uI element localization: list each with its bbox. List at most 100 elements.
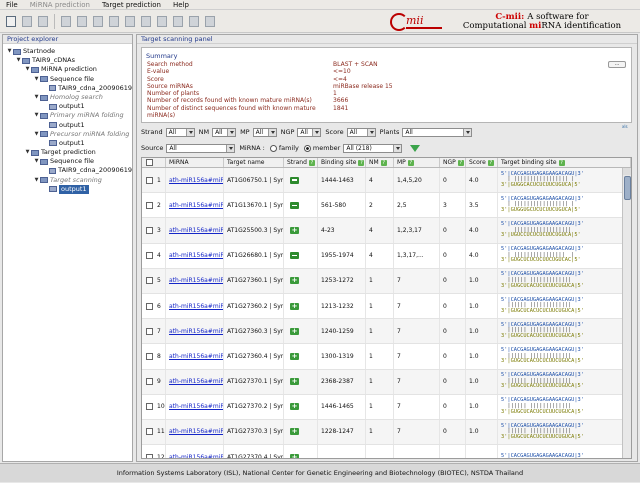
table-row[interactable]: 6 ath-miR156a#miRBaAT1G27360.2 | Sym... +1… bbox=[142, 293, 631, 320]
mirna-link[interactable]: ath-miR156a#miRBa bbox=[169, 319, 223, 343]
summary-more-button[interactable]: ... bbox=[608, 61, 626, 68]
expand-toggle-icon[interactable]: ▼ bbox=[24, 149, 31, 156]
mirna-link[interactable]: ath-miR156a#miRBa bbox=[169, 244, 223, 268]
precursor-folding-icon[interactable] bbox=[90, 14, 105, 29]
tree-node[interactable]: ▼ Startnode bbox=[3, 47, 132, 56]
mirna-link[interactable]: ath-miR156a#miRBa bbox=[169, 370, 223, 394]
tree-node[interactable]: ▼ Primary miRNA folding bbox=[3, 111, 132, 120]
row-checkbox[interactable] bbox=[146, 378, 153, 386]
view-icon[interactable] bbox=[186, 14, 201, 29]
tree-node[interactable]: output1 bbox=[3, 102, 132, 111]
menu-target-prediction[interactable]: Target prediction bbox=[96, 1, 167, 9]
tree-node[interactable]: ▼ Target prediction bbox=[3, 148, 132, 157]
mp-select[interactable]: All bbox=[252, 127, 277, 137]
tree-node[interactable]: ▼ TAIR9_cDNAs bbox=[3, 56, 132, 65]
expand-toggle-icon[interactable]: ▼ bbox=[33, 158, 40, 165]
column-header[interactable] bbox=[142, 158, 166, 167]
column-header[interactable]: Score? bbox=[466, 158, 498, 167]
table-row[interactable]: 4 ath-miR156a#miRBaAT1G26680.1 | Sym... 19… bbox=[142, 243, 631, 269]
mirna-link[interactable]: ath-miR156a#miRBa bbox=[169, 294, 223, 318]
tree-node[interactable]: output1 bbox=[3, 184, 132, 195]
help-icon[interactable]: ? bbox=[358, 159, 365, 166]
tree-node[interactable]: ▼ Target scanning bbox=[3, 176, 132, 185]
row-checkbox[interactable] bbox=[146, 277, 153, 285]
primary-folding-icon[interactable] bbox=[74, 14, 89, 29]
open-project-icon[interactable] bbox=[19, 14, 34, 29]
member-radio[interactable] bbox=[303, 144, 311, 152]
tree-node[interactable]: output1 bbox=[3, 139, 132, 148]
tree-node[interactable]: TAIR9_cdna_20090619 bbox=[3, 84, 132, 93]
expand-toggle-icon[interactable]: ▼ bbox=[33, 177, 40, 184]
mirna-link[interactable]: ath-miR156a#miRBa bbox=[169, 395, 223, 419]
table-row[interactable]: 7 ath-miR156a#miRBaAT1G27360.3 | Sym... +1… bbox=[142, 319, 631, 345]
tree-node[interactable]: ▼ Sequence file bbox=[3, 157, 132, 166]
filter-funnel-icon[interactable] bbox=[410, 144, 421, 152]
table-row[interactable]: 3 ath-miR156a#miRBaAT1G25500.3 | Sym... +4… bbox=[142, 218, 631, 244]
column-header[interactable]: Strand? bbox=[284, 158, 318, 167]
mirna-link[interactable]: ath-miR156a#miRBa bbox=[169, 193, 223, 217]
menu-mirna-prediction[interactable]: MiRNA prediction bbox=[24, 1, 96, 9]
row-checkbox[interactable] bbox=[146, 453, 153, 458]
target-filter-icon[interactable] bbox=[138, 14, 153, 29]
help-icon[interactable]: ? bbox=[380, 159, 387, 166]
expand-toggle-icon[interactable]: ▼ bbox=[24, 66, 31, 73]
help-icon[interactable]: ? bbox=[407, 159, 414, 166]
target-scan-icon[interactable] bbox=[122, 14, 137, 29]
family-radio[interactable] bbox=[269, 144, 277, 152]
row-checkbox[interactable] bbox=[146, 352, 153, 360]
row-checkbox[interactable] bbox=[146, 403, 153, 411]
export-xls-icon[interactable]: xls bbox=[622, 125, 633, 135]
column-header[interactable]: NGP? bbox=[440, 158, 466, 167]
row-checkbox[interactable] bbox=[146, 176, 153, 184]
tree-node[interactable]: TAIR9_cdna_20090619 bbox=[3, 166, 132, 175]
mirna-link[interactable]: ath-miR156a#miRBa bbox=[169, 218, 223, 242]
column-header[interactable]: MP? bbox=[394, 158, 440, 167]
mirna-link[interactable]: ath-miR156a#miRBa bbox=[169, 420, 223, 444]
select-all-checkbox[interactable] bbox=[146, 159, 153, 166]
tree-node[interactable]: ▼ Sequence file bbox=[3, 75, 132, 84]
strand-select[interactable]: All bbox=[165, 127, 195, 137]
table-row[interactable]: 5 ath-miR156a#miRBaAT1G27360.1 | Sym... +1… bbox=[142, 268, 631, 294]
expand-toggle-icon[interactable]: ▼ bbox=[6, 48, 13, 55]
table-row[interactable]: 2 ath-miR156a#miRBaAT1G13670.1 | Sym... 56… bbox=[142, 193, 631, 219]
table-row[interactable]: 10ath-miR156a#miRBaAT1G27370.2 | Sym...+… bbox=[142, 394, 631, 420]
column-header[interactable]: Target binding site? bbox=[498, 158, 631, 167]
column-header[interactable]: Target name bbox=[224, 158, 284, 167]
mirna-select[interactable]: All (218) bbox=[343, 143, 403, 153]
row-checkbox[interactable] bbox=[146, 252, 153, 260]
tree-node[interactable]: ▼ MiRNA prediction bbox=[3, 65, 132, 74]
homolog-search-icon[interactable] bbox=[58, 14, 73, 29]
mirna-link[interactable]: ath-miR156a#miRBa bbox=[169, 269, 223, 293]
export-icon[interactable] bbox=[154, 14, 169, 29]
mirna-link[interactable]: ath-miR156a#miRBa bbox=[169, 445, 223, 458]
tree-node[interactable]: ▼ Precursor miRNA folding bbox=[3, 130, 132, 139]
table-scrollbar[interactable] bbox=[622, 168, 631, 458]
table-row[interactable]: 11 ath-miR156a#miRBaAT1G27370.3 | Sym... +… bbox=[142, 419, 631, 446]
help-icon[interactable]: ? bbox=[308, 159, 315, 166]
help-icon[interactable]: ? bbox=[457, 159, 464, 166]
column-header[interactable]: Binding site? bbox=[318, 158, 366, 167]
row-checkbox[interactable] bbox=[146, 226, 153, 234]
help-icon[interactable] bbox=[202, 14, 217, 29]
mirna-link[interactable]: ath-miR156a#miRBa bbox=[169, 168, 223, 192]
expand-toggle-icon[interactable]: ▼ bbox=[15, 57, 22, 64]
row-checkbox[interactable] bbox=[146, 201, 153, 209]
menu-help[interactable]: Help bbox=[167, 1, 195, 9]
ngp-select[interactable]: All bbox=[297, 127, 322, 137]
menu-file[interactable]: File bbox=[0, 1, 24, 9]
mirna-prediction-icon[interactable] bbox=[106, 14, 121, 29]
mirna-link[interactable]: ath-miR156a#miRBa bbox=[169, 344, 223, 368]
project-tree[interactable]: ▼ Startnode ▼ TAIR9_cDNAs ▼ MiRNA prediction ▼… bbox=[3, 44, 132, 195]
save-project-icon[interactable] bbox=[35, 14, 50, 29]
plants-select[interactable]: All bbox=[402, 127, 473, 137]
column-header[interactable]: NM? bbox=[366, 158, 394, 167]
row-checkbox[interactable] bbox=[146, 327, 153, 335]
tree-node[interactable]: ▼ Homolog search bbox=[3, 93, 132, 102]
new-project-icon[interactable] bbox=[3, 14, 18, 29]
expand-toggle-icon[interactable]: ▼ bbox=[33, 112, 40, 119]
tree-node[interactable]: output1 bbox=[3, 121, 132, 130]
help-icon[interactable]: ? bbox=[487, 159, 494, 166]
score-select[interactable]: All bbox=[346, 127, 376, 137]
report-icon[interactable] bbox=[170, 14, 185, 29]
expand-toggle-icon[interactable]: ▼ bbox=[33, 131, 40, 138]
